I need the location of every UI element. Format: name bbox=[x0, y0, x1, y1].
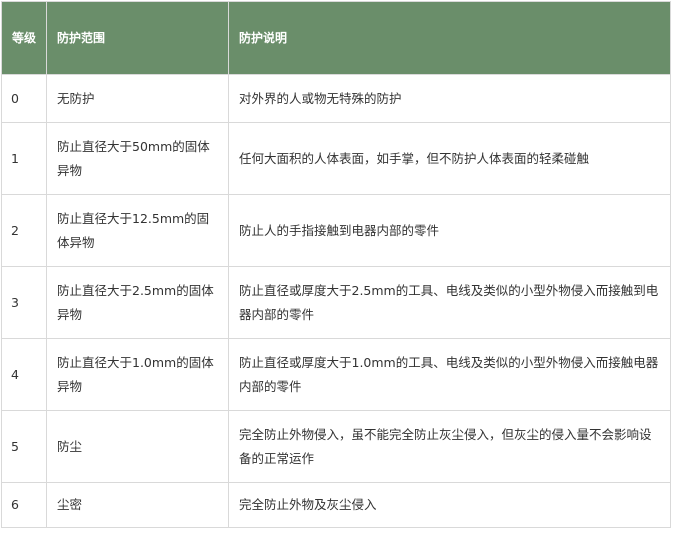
cell-scope: 防止直径大于2.5mm的固体异物 bbox=[46, 266, 229, 339]
cell-description: 防止直径或厚度大于2.5mm的工具、电线及类似的小型外物侵入而接触到电器内部的零… bbox=[228, 266, 671, 339]
table-row: 6 尘密 完全防止外物及灰尘侵入 bbox=[1, 482, 671, 528]
header-description: 防护说明 bbox=[228, 1, 671, 75]
table-header: 等级 防护范围 防护说明 bbox=[1, 1, 671, 75]
cell-grade: 6 bbox=[1, 482, 47, 528]
cell-grade: 4 bbox=[1, 338, 47, 411]
cell-description: 防止人的手指接触到电器内部的零件 bbox=[228, 194, 671, 267]
header-grade: 等级 bbox=[1, 1, 47, 75]
table-body: 0 无防护 对外界的人或物无特殊的防护 1 防止直径大于50mm的固体异物 任何… bbox=[1, 74, 671, 528]
table-row: 1 防止直径大于50mm的固体异物 任何大面积的人体表面，如手掌，但不防护人体表… bbox=[1, 122, 671, 195]
cell-scope: 防尘 bbox=[46, 410, 229, 483]
cell-description: 完全防止外物侵入，虽不能完全防止灰尘侵入，但灰尘的侵入量不会影响设备的正常运作 bbox=[228, 410, 671, 483]
protection-grade-table-container: 等级 防护范围 防护说明 0 无防护 对外界的人或物无特殊的防护 1 防止直径大… bbox=[1, 1, 671, 528]
table-row: 2 防止直径大于12.5mm的固体异物 防止人的手指接触到电器内部的零件 bbox=[1, 194, 671, 267]
cell-description: 完全防止外物及灰尘侵入 bbox=[228, 482, 671, 528]
cell-grade: 2 bbox=[1, 194, 47, 267]
table-row: 5 防尘 完全防止外物侵入，虽不能完全防止灰尘侵入，但灰尘的侵入量不会影响设备的… bbox=[1, 410, 671, 483]
cell-scope: 尘密 bbox=[46, 482, 229, 528]
cell-scope: 防止直径大于1.0mm的固体异物 bbox=[46, 338, 229, 411]
header-row: 等级 防护范围 防护说明 bbox=[1, 1, 671, 75]
protection-grade-table: 等级 防护范围 防护说明 0 无防护 对外界的人或物无特殊的防护 1 防止直径大… bbox=[1, 1, 671, 528]
cell-scope: 防止直径大于12.5mm的固体异物 bbox=[46, 194, 229, 267]
table-row: 3 防止直径大于2.5mm的固体异物 防止直径或厚度大于2.5mm的工具、电线及… bbox=[1, 266, 671, 339]
table-row: 0 无防护 对外界的人或物无特殊的防护 bbox=[1, 74, 671, 123]
cell-grade: 3 bbox=[1, 266, 47, 339]
cell-description: 对外界的人或物无特殊的防护 bbox=[228, 74, 671, 123]
cell-description: 任何大面积的人体表面，如手掌，但不防护人体表面的轻柔碰触 bbox=[228, 122, 671, 195]
cell-description: 防止直径或厚度大于1.0mm的工具、电线及类似的小型外物侵入而接触电器内部的零件 bbox=[228, 338, 671, 411]
header-scope: 防护范围 bbox=[46, 1, 229, 75]
table-row: 4 防止直径大于1.0mm的固体异物 防止直径或厚度大于1.0mm的工具、电线及… bbox=[1, 338, 671, 411]
cell-grade: 1 bbox=[1, 122, 47, 195]
cell-grade: 0 bbox=[1, 74, 47, 123]
cell-scope: 防止直径大于50mm的固体异物 bbox=[46, 122, 229, 195]
cell-grade: 5 bbox=[1, 410, 47, 483]
cell-scope: 无防护 bbox=[46, 74, 229, 123]
